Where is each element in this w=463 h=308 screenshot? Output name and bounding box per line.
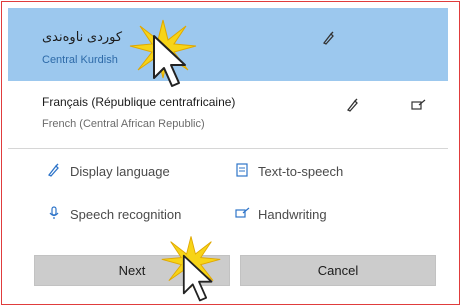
legend-text-to-speech-label: Text-to-speech (258, 164, 344, 179)
legend-speech-recognition: Speech recognition (46, 206, 181, 223)
handwriting-icon (410, 98, 426, 115)
language-item-french-car[interactable]: Français (République centrafricaine) Fre… (8, 88, 448, 144)
language-native-name: کوردی ناوەندی (42, 29, 123, 44)
display-language-icon (322, 31, 336, 48)
language-english-name: French (Central African Republic) (42, 118, 205, 130)
cancel-button[interactable]: Cancel (240, 255, 436, 286)
legend-speech-recognition-label: Speech recognition (70, 207, 182, 222)
legend-display-language: Display language (46, 163, 170, 180)
legend-handwriting-label: Handwriting (258, 207, 327, 222)
divider (8, 148, 448, 149)
legend-text-to-speech: Text-to-speech (234, 163, 343, 180)
microphone-icon (46, 206, 62, 223)
language-native-name: Français (République centrafricaine) (42, 95, 236, 109)
handwriting-icon (234, 206, 250, 223)
language-english-name: Central Kurdish (42, 54, 118, 66)
legend-handwriting: Handwriting (234, 206, 327, 223)
legend-display-language-label: Display language (70, 164, 170, 179)
display-language-icon (346, 98, 360, 115)
language-picker-panel: کوردی ناوەندی Central Kurdish Français (… (1, 1, 460, 305)
next-button[interactable]: Next (34, 255, 230, 286)
display-language-icon (46, 163, 62, 180)
text-to-speech-icon (234, 163, 250, 180)
language-item-central-kurdish[interactable]: کوردی ناوەندی Central Kurdish (8, 8, 448, 81)
